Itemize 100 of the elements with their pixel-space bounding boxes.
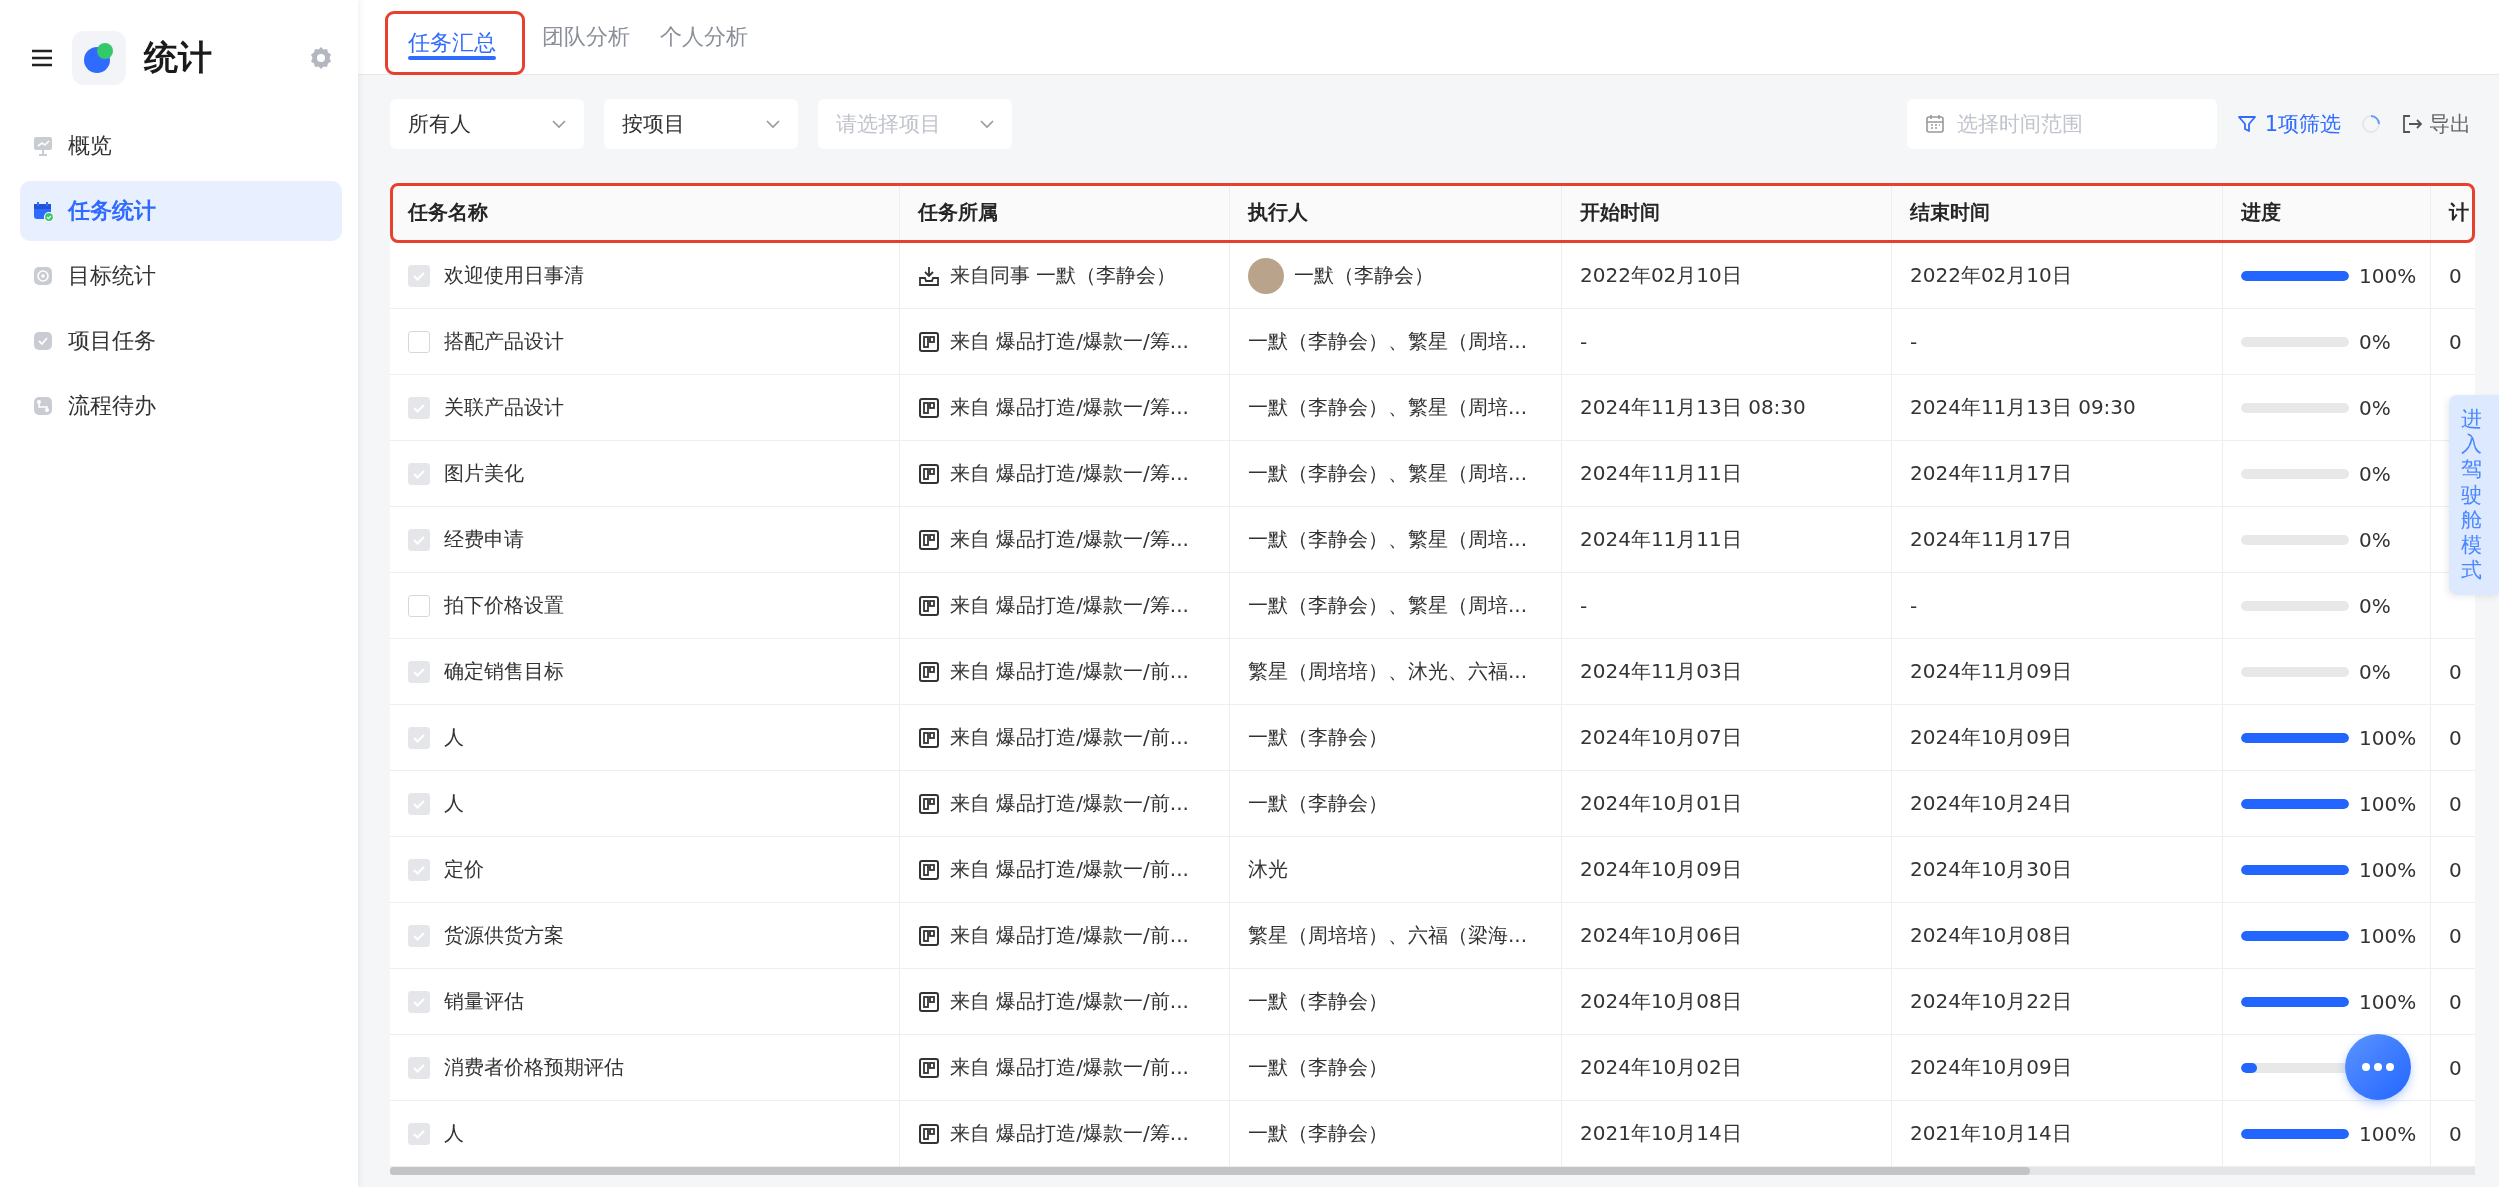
app-title: 统计 bbox=[144, 36, 213, 79]
task-name: 人 bbox=[444, 724, 464, 751]
tab[interactable]: 团队分析 bbox=[530, 0, 642, 74]
checkbox[interactable] bbox=[408, 396, 430, 419]
table-cell: 2024年10月01日 bbox=[1562, 771, 1892, 836]
progress-reading: 100% bbox=[2359, 263, 2417, 288]
column-header: 结束时间 bbox=[1892, 183, 2223, 242]
calendar-check-icon bbox=[32, 200, 54, 222]
assignee-text: 繁星（周培培）、六福（梁海... bbox=[1248, 922, 1528, 949]
task-name: 关联产品设计 bbox=[444, 394, 564, 421]
task-name: 人 bbox=[444, 1120, 464, 1147]
table-cell: 2024年10月07日 bbox=[1562, 705, 1892, 770]
column-header: 进度 bbox=[2223, 183, 2431, 242]
table-cell: 0 bbox=[2449, 329, 2462, 354]
table-cell: 2024年11月13日 08:30 bbox=[1562, 375, 1892, 440]
table-cell: 0 bbox=[2449, 989, 2462, 1014]
board-icon bbox=[918, 1122, 940, 1145]
checkbox[interactable] bbox=[408, 858, 430, 881]
table-cell: 0 bbox=[2449, 725, 2462, 750]
table-cell: 2024年10月09日 bbox=[1562, 837, 1892, 902]
filter-link[interactable]: 1项筛选 bbox=[2236, 110, 2341, 138]
checkbox[interactable] bbox=[408, 462, 430, 485]
tab[interactable]: 个人分析 bbox=[648, 0, 760, 74]
export-icon bbox=[2401, 113, 2423, 135]
board-icon bbox=[918, 330, 940, 353]
loading-spinner-icon bbox=[2361, 114, 2381, 134]
checkbox[interactable] bbox=[408, 660, 430, 683]
progress-reading: 100% bbox=[2359, 857, 2417, 882]
checkbox[interactable] bbox=[408, 1122, 430, 1145]
table-cell: 0 bbox=[2449, 923, 2462, 948]
table-cell: 0 bbox=[2449, 263, 2462, 288]
table-cell: 0 bbox=[2449, 857, 2462, 882]
assignee-text: 一默（李静会）、繁星（周培... bbox=[1248, 460, 1528, 487]
tab[interactable]: 任务汇总 bbox=[386, 12, 524, 74]
table-cell: 0 bbox=[2449, 791, 2462, 816]
table-cell: 2024年11月17日 bbox=[1892, 507, 2223, 572]
table-cell: 0 bbox=[2449, 1055, 2462, 1080]
menu-icon[interactable] bbox=[30, 48, 54, 68]
sidebar-item[interactable]: 流程待办 bbox=[20, 376, 342, 436]
cockpit-mode-tab[interactable]: 进入驾驶舱模式 bbox=[2449, 395, 2499, 596]
table-cell: 2024年11月11日 bbox=[1562, 507, 1892, 572]
source-text: 来自 爆品打造/爆款一/前... bbox=[950, 988, 1189, 1015]
dropdown[interactable]: 所有人 bbox=[390, 99, 584, 149]
sidebar-item[interactable]: 目标统计 bbox=[20, 246, 342, 306]
horizontal-scrollbar[interactable] bbox=[390, 1167, 2475, 1175]
source-text: 来自 爆品打造/爆款一/前... bbox=[950, 724, 1189, 751]
presentation-icon bbox=[32, 135, 54, 157]
progress-reading: 100% bbox=[2359, 791, 2417, 816]
source-text: 来自 爆品打造/爆款一/前... bbox=[950, 1054, 1189, 1081]
column-header: 任务名称 bbox=[390, 183, 900, 242]
assignee-text: 一默（李静会） bbox=[1248, 1054, 1388, 1081]
progress-reading: 0% bbox=[2359, 659, 2391, 684]
checkbox[interactable] bbox=[408, 1056, 430, 1079]
task-name: 确定销售目标 bbox=[444, 658, 564, 685]
source-text: 来自 爆品打造/爆款一/筹... bbox=[950, 328, 1189, 355]
checkbox[interactable] bbox=[408, 726, 430, 749]
checkbox[interactable] bbox=[408, 528, 430, 551]
chevron-down-icon bbox=[980, 119, 994, 129]
checkbox[interactable] bbox=[408, 924, 430, 947]
checkbox-icon bbox=[32, 330, 54, 352]
task-name: 消费者价格预期评估 bbox=[444, 1054, 624, 1081]
board-icon bbox=[918, 528, 940, 551]
sidebar-item[interactable]: 任务统计 bbox=[20, 181, 342, 241]
funnel-icon bbox=[2236, 114, 2257, 134]
assignee-text: 一默（李静会）、繁星（周培... bbox=[1248, 592, 1528, 619]
table-cell: 2024年10月02日 bbox=[1562, 1035, 1892, 1100]
checkbox[interactable] bbox=[408, 330, 430, 353]
table-cell: 0 bbox=[2449, 1121, 2462, 1146]
board-icon bbox=[918, 660, 940, 683]
app-logo-icon bbox=[72, 31, 126, 85]
table-cell: 2024年10月22日 bbox=[1892, 969, 2223, 1034]
board-icon bbox=[918, 726, 940, 749]
table-cell: 0 bbox=[2449, 659, 2462, 684]
checkbox[interactable] bbox=[408, 990, 430, 1013]
source-text: 来自 爆品打造/爆款一/筹... bbox=[950, 526, 1189, 553]
assignee-text: 一默（李静会） bbox=[1248, 724, 1388, 751]
checkbox[interactable] bbox=[408, 594, 430, 617]
table-cell: - bbox=[1892, 573, 2223, 638]
settings-icon[interactable] bbox=[308, 45, 334, 71]
source-text: 来自 爆品打造/爆款一/前... bbox=[950, 922, 1189, 949]
source-text: 来自同事 一默（李静会） bbox=[950, 262, 1177, 289]
progress-reading: 0% bbox=[2359, 395, 2391, 420]
task-name: 人 bbox=[444, 790, 464, 817]
task-name: 图片美化 bbox=[444, 460, 524, 487]
board-icon bbox=[918, 594, 940, 617]
checkbox[interactable] bbox=[408, 792, 430, 815]
assignee-text: 繁星（周培培）、沐光、六福... bbox=[1248, 658, 1528, 685]
board-icon bbox=[918, 858, 940, 881]
column-header: 执行人 bbox=[1230, 183, 1562, 242]
table-cell: - bbox=[1892, 309, 2223, 374]
table-cell: 2024年10月08日 bbox=[1562, 969, 1892, 1034]
source-text: 来自 爆品打造/爆款一/前... bbox=[950, 856, 1189, 883]
progress-reading: 100% bbox=[2359, 923, 2417, 948]
dropdown[interactable]: 按项目 bbox=[604, 99, 798, 149]
sidebar-item[interactable]: 项目任务 bbox=[20, 311, 342, 371]
checkbox[interactable] bbox=[408, 264, 430, 287]
export-button[interactable]: 导出 bbox=[2401, 110, 2471, 138]
sidebar-item[interactable]: 概览 bbox=[20, 116, 342, 176]
assignee-text: 沐光 bbox=[1248, 856, 1288, 883]
assignee-text: 一默（李静会） bbox=[1248, 790, 1388, 817]
